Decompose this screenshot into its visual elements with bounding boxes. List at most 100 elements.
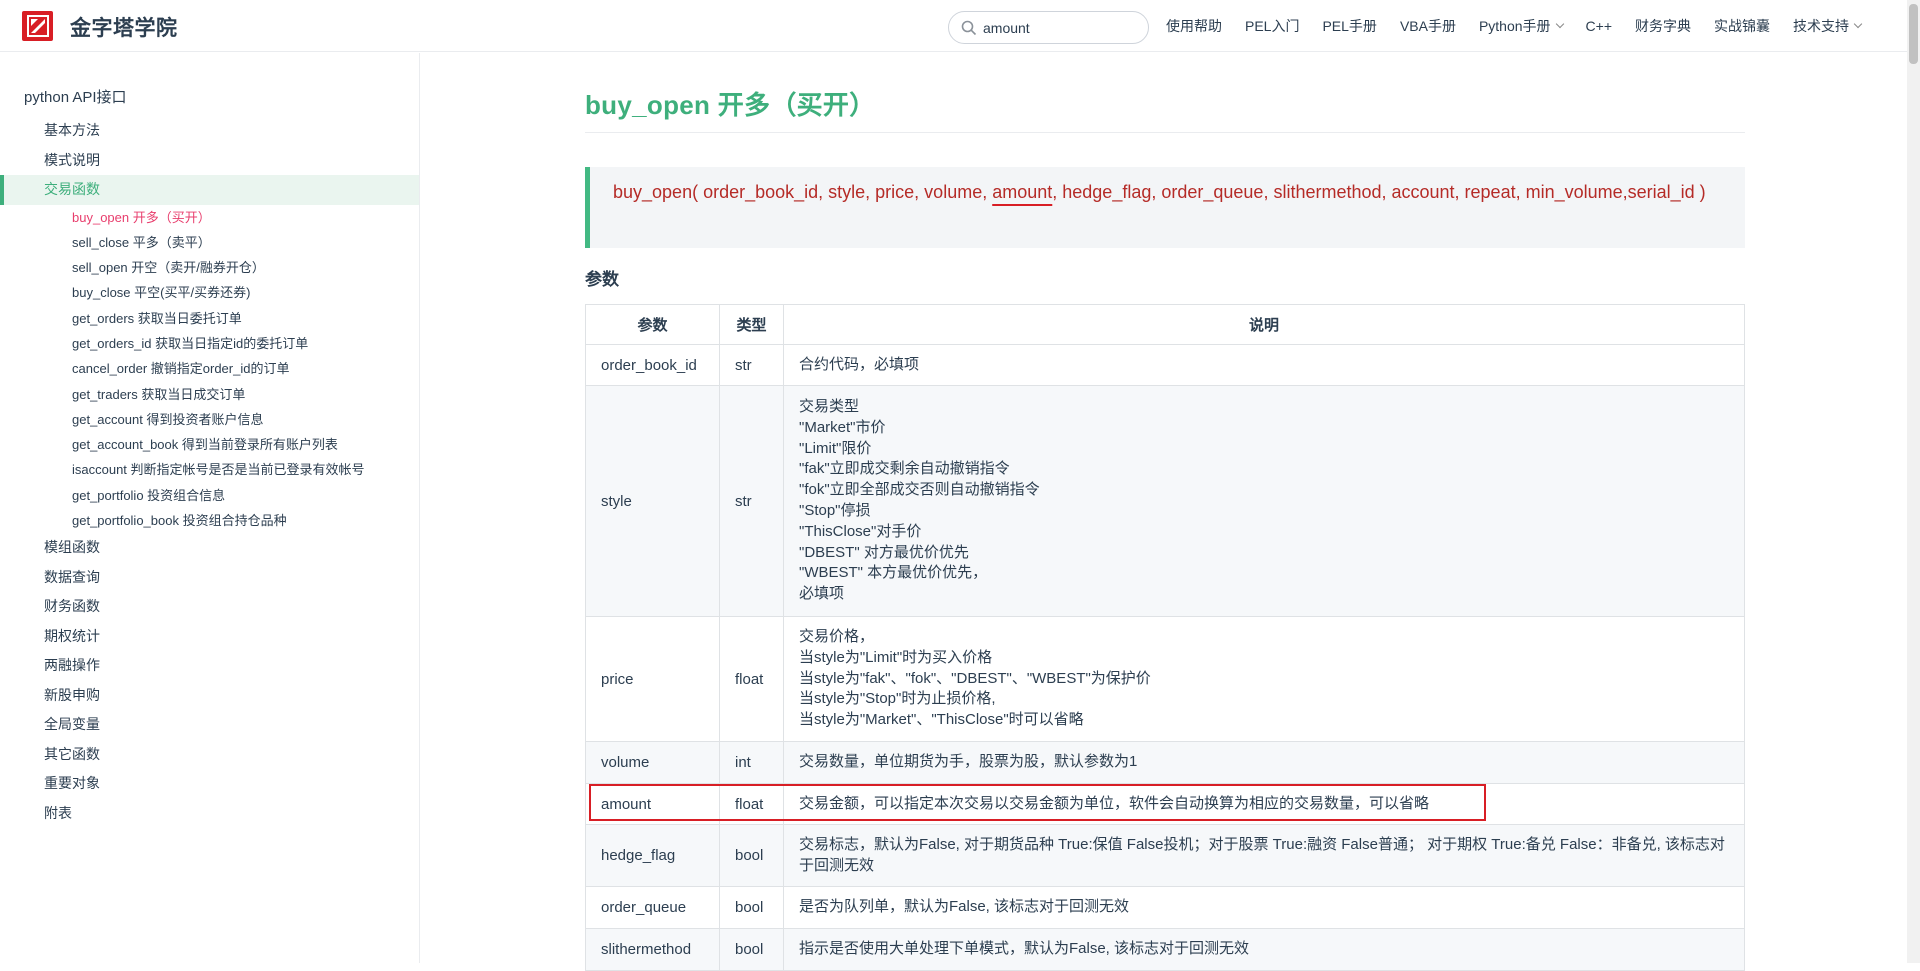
param-type-cell: float (719, 616, 784, 742)
sidebar-item[interactable]: 财务函数 (0, 592, 419, 622)
title-divider (585, 132, 1745, 133)
sidebar-item[interactable]: 两融操作 (0, 651, 419, 681)
sidebar-item[interactable]: 重要对象 (0, 769, 419, 799)
sidebar-subitem[interactable]: get_account 得到投资者账户信息 (0, 407, 419, 432)
param-name-cell: volume (585, 741, 720, 784)
table-row: slithermethod bool 指示是否使用大单处理下单模式，默认为False… (585, 928, 1745, 971)
scrollbar-thumb[interactable] (1909, 4, 1918, 64)
sidebar-item[interactable]: 期权统计 (0, 622, 419, 652)
param-desc-cell: 交易类型 "Market"市价 "Limit"限价 "fak"立即成交剩余自动撤… (783, 385, 1745, 617)
site-logo-icon[interactable] (22, 11, 53, 41)
sidebar-subitem[interactable]: sell_open 开空（卖开/融券开仓） (0, 255, 419, 280)
column-header-type: 类型 (719, 304, 784, 345)
param-type-cell: bool (719, 824, 784, 887)
param-type-cell: float (719, 783, 784, 825)
nav-item[interactable]: Python手册 (1479, 16, 1563, 36)
search-input[interactable] (983, 18, 1133, 38)
param-type-cell: bool (719, 928, 784, 971)
sidebar-subitem[interactable]: get_portfolio_book 投资组合持仓品种 (0, 508, 419, 533)
column-header-desc: 说明 (783, 304, 1745, 345)
sidebar-item[interactable]: 模式说明 (0, 146, 419, 176)
nav-item[interactable]: 财务字典 (1635, 16, 1691, 36)
param-name-cell: order_book_id (585, 344, 720, 386)
param-type-cell: str (719, 344, 784, 386)
main-nav: 使用帮助 PEL入门 PEL手册 VBA手册 Python手册 C++ 财务字典 实战锦囊 技术… (1166, 0, 1884, 52)
sidebar-item[interactable]: 基本方法 (0, 116, 419, 146)
signature-amount-param: amount (992, 182, 1053, 202)
param-name-cell: amount (585, 783, 720, 825)
sidebar-subitem[interactable]: isaccount 判断指定帐号是否是当前已登录有效帐号 (0, 457, 419, 482)
sidebar-item[interactable]: 新股申购 (0, 681, 419, 711)
param-desc-text: 交易金额，可以指定本次交易以交易金额为单位，软件会自动换算为相应的交易数量，可以… (799, 794, 1430, 812)
sidebar-subitem[interactable]: get_traders 获取当日成交订单 (0, 382, 419, 407)
param-desc-text: 交易价格， 当style为"Limit"时为买入价格 当style为"fak"、… (799, 628, 1151, 729)
nav-item[interactable]: 技术支持 (1793, 16, 1861, 36)
sidebar: python API接口 基本方法 模式说明 交易函数 buy_open 开多（买开）… (0, 53, 420, 963)
sidebar-subitem[interactable]: get_portfolio 投资组合信息 (0, 483, 419, 508)
table-row: hedge_flag bool 交易标志，默认为False, 对于期货品种 True… (585, 824, 1745, 887)
sidebar-subitem[interactable]: cancel_order 撤销指定order_id的订单 (0, 356, 419, 381)
table-header-row: 参数 类型 说明 (585, 304, 1745, 345)
site-title[interactable]: 金字塔学院 (70, 12, 178, 42)
function-signature: buy_open( order_book_id, style, price, v… (613, 179, 1725, 205)
nav-item[interactable]: C++ (1586, 18, 1612, 34)
param-desc-cell: 交易金额，可以指定本次交易以交易金额为单位，软件会自动换算为相应的交易数量，可以… (783, 783, 1745, 825)
param-name-cell: slithermethod (585, 928, 720, 971)
param-desc-text: 交易标志，默认为False, 对于期货品种 True:保值 False投机；对于… (799, 835, 1725, 874)
sidebar-item[interactable]: 其它函数 (0, 740, 419, 770)
page-scrollbar[interactable] (1907, 0, 1920, 963)
nav-item[interactable]: VBA手册 (1400, 16, 1456, 36)
signature-after: , hedge_flag, order_queue, slithermethod… (1052, 182, 1706, 202)
param-desc-text: 交易数量，单位期货为手，股票为股，默认参数为1 (799, 753, 1138, 771)
table-row: order_book_id str 合约代码，必填项 (585, 344, 1745, 386)
sidebar-item[interactable]: 全局变量 (0, 710, 419, 740)
param-desc-cell: 是否为队列单，默认为False, 该标志对于回测无效 (783, 886, 1745, 929)
param-type-cell: str (719, 385, 784, 617)
sidebar-subitem[interactable]: sell_close 平多（卖平） (0, 230, 419, 255)
sidebar-subitem[interactable]: get_orders_id 获取当日指定id的委托订单 (0, 331, 419, 356)
sidebar-item[interactable]: 模组函数 (0, 533, 419, 563)
param-desc-text: 交易类型 "Market"市价 "Limit"限价 "fak"立即成交剩余自动撤… (799, 398, 1040, 603)
param-desc-cell: 交易价格， 当style为"Limit"时为买入价格 当style为"fak"、… (783, 616, 1745, 742)
param-type-cell: bool (719, 886, 784, 929)
top-navbar: 金字塔学院 使用帮助 PEL入门 PEL手册 VBA手册 Python手册 C++ 财务字典… (0, 0, 1920, 52)
sidebar-list: 基本方法 模式说明 交易函数 buy_open 开多（买开） sell_close 平多… (0, 116, 419, 828)
table-row: amount float 交易金额，可以指定本次交易以交易金额为单位，软件会自动换算… (585, 783, 1745, 825)
page-title: buy_open 开多（买开） (585, 90, 876, 120)
param-name-cell: style (585, 385, 720, 617)
sidebar-subitem[interactable]: buy_close 平空(买平/买券还券) (0, 280, 419, 305)
nav-item[interactable]: 实战锦囊 (1714, 16, 1770, 36)
logo-pyramid-icon (26, 15, 49, 37)
table-row: price float 交易价格， 当style为"Limit"时为买入价格 当st… (585, 616, 1745, 742)
nav-item[interactable]: 使用帮助 (1166, 16, 1222, 36)
param-desc-cell: 指示是否使用大单处理下单模式，默认为False, 该标志对于回测无效 (783, 928, 1745, 971)
param-desc-cell: 合约代码，必填项 (783, 344, 1745, 386)
signature-block: buy_open( order_book_id, style, price, v… (585, 167, 1745, 248)
param-type-cell: int (719, 741, 784, 784)
param-desc-cell: 交易标志，默认为False, 对于期货品种 True:保值 False投机；对于… (783, 824, 1745, 887)
param-name-cell: price (585, 616, 720, 742)
table-row: order_queue bool 是否为队列单，默认为False, 该标志对于回测无… (585, 886, 1745, 929)
sidebar-subitem[interactable]: get_account_book 得到当前登录所有账户列表 (0, 432, 419, 457)
nav-item[interactable]: PEL入门 (1245, 16, 1299, 36)
sidebar-root-title[interactable]: python API接口 (24, 86, 127, 107)
param-name-cell: hedge_flag (585, 824, 720, 887)
sidebar-item-active[interactable]: 交易函数 (0, 175, 419, 205)
section-title-params: 参数 (585, 270, 619, 289)
sidebar-item[interactable]: 数据查询 (0, 563, 419, 593)
signature-before: buy_open( order_book_id, style, price, v… (613, 182, 993, 202)
table-row: style str 交易类型 "Market"市价 "Limit"限价 "fak"立… (585, 385, 1745, 617)
params-table: 参数 类型 说明 order_book_id str 合约代码，必填项 style st… (585, 304, 1745, 971)
column-header-param: 参数 (585, 304, 720, 345)
param-name-cell: order_queue (585, 886, 720, 929)
sidebar-subitem[interactable]: get_orders 获取当日委托订单 (0, 306, 419, 331)
search-box[interactable] (948, 11, 1149, 44)
param-desc-text: 指示是否使用大单处理下单模式，默认为False, 该标志对于回测无效 (799, 940, 1250, 958)
param-desc-cell: 交易数量，单位期货为手，股票为股，默认参数为1 (783, 741, 1745, 784)
param-desc-text: 合约代码，必填项 (799, 355, 920, 373)
nav-item[interactable]: PEL手册 (1322, 16, 1376, 36)
sidebar-item[interactable]: 附表 (0, 799, 419, 829)
table-row: volume int 交易数量，单位期货为手，股票为股，默认参数为1 (585, 741, 1745, 784)
search-icon (961, 20, 977, 36)
sidebar-subitem-active[interactable]: buy_open 开多（买开） (0, 205, 419, 230)
